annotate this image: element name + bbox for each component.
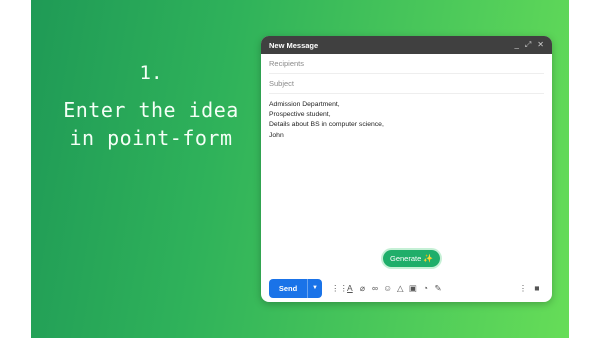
right-tools: ⋮ ■ — [516, 284, 544, 293]
step-instruction-line-1: Enter the idea — [63, 98, 239, 122]
generate-label: Generate — [390, 254, 422, 263]
body-line-2: Prospective student, — [269, 111, 331, 119]
schedule-send-dropdown-icon[interactable]: ▼ — [307, 278, 322, 298]
formatting-options-icon[interactable]: ⋮⋮ — [331, 284, 348, 293]
formatting-tools: ⋮⋮ A ⌀ ∞ ☺ △ ▣ ◔ ✎ — [331, 284, 444, 293]
text-color-icon[interactable]: A — [344, 284, 357, 293]
message-body[interactable]: Admission Department, Prospective studen… — [261, 94, 552, 147]
compose-window: New Message _ ⤢ ✕ Recipients Subject Adm… — [261, 36, 552, 302]
confidential-mode-icon[interactable]: ◔ — [419, 284, 432, 293]
body-line-1: Admission Department, — [269, 101, 340, 108]
compose-title: New Message — [269, 40, 319, 50]
insert-photo-icon[interactable]: ▣ — [407, 284, 420, 293]
signature-icon[interactable]: ✎ — [432, 284, 445, 293]
step-number: 1. — [139, 62, 163, 84]
body-line-4: John — [269, 131, 284, 139]
step-instruction: Enter the idea in point-form — [31, 96, 271, 152]
step-instruction-line-2: in point-form — [69, 126, 233, 150]
expand-icon[interactable]: ⤢ — [525, 41, 531, 49]
compose-title-bar: New Message _ ⤢ ✕ — [261, 36, 552, 54]
send-button-group: Send ▼ — [269, 278, 322, 298]
body-line-3: Details about BS in computer science, — [269, 121, 384, 129]
close-icon[interactable]: ✕ — [537, 41, 544, 49]
generate-button[interactable]: Generate ✨ — [383, 250, 441, 267]
emoji-icon[interactable]: ☺ — [381, 284, 394, 293]
minimize-icon[interactable]: _ — [514, 41, 518, 49]
compose-toolbar: Send ▼ ⋮⋮ A ⌀ ∞ ☺ △ ▣ ◔ ✎ ⋮ ■ — [269, 278, 544, 298]
insert-link-icon[interactable]: ∞ — [369, 284, 382, 293]
sparkle-icon: ✨ — [423, 254, 434, 263]
more-options-icon[interactable]: ⋮ — [516, 284, 530, 293]
send-button[interactable]: Send — [269, 279, 307, 298]
recipients-field[interactable]: Recipients — [269, 54, 544, 74]
attach-file-icon[interactable]: ⌀ — [356, 284, 369, 293]
discard-draft-icon[interactable]: ■ — [530, 284, 544, 293]
drive-icon[interactable]: △ — [394, 284, 407, 293]
subject-field[interactable]: Subject — [269, 74, 544, 94]
